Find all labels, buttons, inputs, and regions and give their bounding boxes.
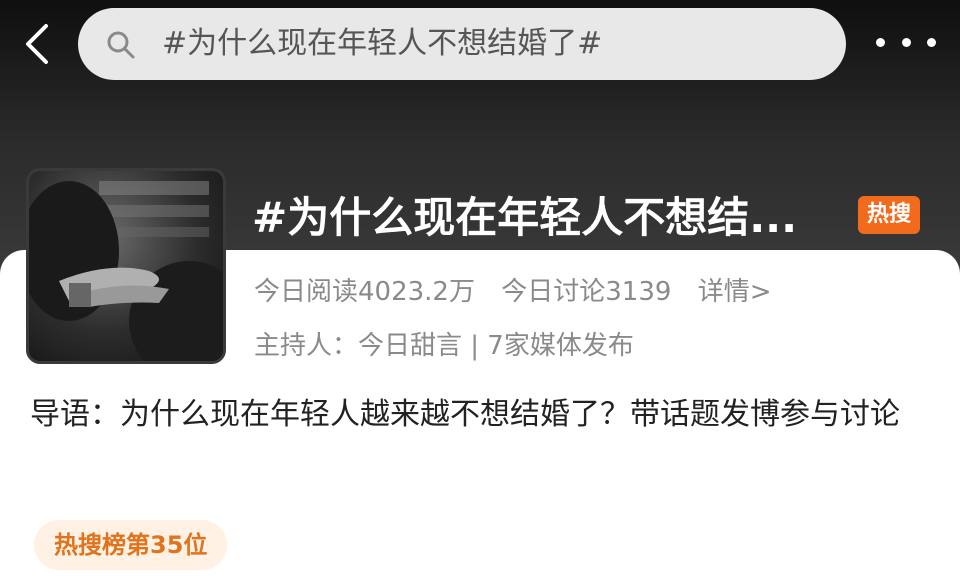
cover-photo-illustration (29, 181, 223, 361)
topic-stats: 今日阅读4023.2万 今日讨论3139 详情> (254, 272, 789, 312)
search-icon (107, 31, 135, 59)
topic-intro: 导语：为什么现在年轻人越来越不想结婚了？带话题发博参与讨论 (30, 397, 900, 432)
host-info[interactable]: 主持人：今日甜言 | 7家媒体发布 (254, 326, 634, 366)
topic-title: #为什么现在年轻人不想结... (252, 193, 798, 242)
back-button[interactable] (18, 22, 62, 66)
details-link[interactable]: 详情> (698, 277, 772, 307)
reads-count: 今日阅读4023.2万 (254, 277, 475, 307)
search-query: #为什么现在年轻人不想结婚了# (162, 26, 603, 61)
dot-icon (901, 37, 911, 47)
hot-search-badge: 热搜 (858, 196, 920, 234)
more-options-button[interactable] (876, 30, 936, 54)
hot-rank-tag[interactable]: 热搜榜第35位 (34, 520, 228, 570)
dot-icon (876, 37, 885, 47)
chevron-left-icon (26, 24, 48, 64)
topic-cover-image[interactable] (26, 168, 226, 364)
search-bar[interactable]: #为什么现在年轻人不想结婚了# (78, 8, 846, 80)
discussion-count: 今日讨论3139 (501, 277, 672, 307)
dot-icon (927, 37, 936, 47)
